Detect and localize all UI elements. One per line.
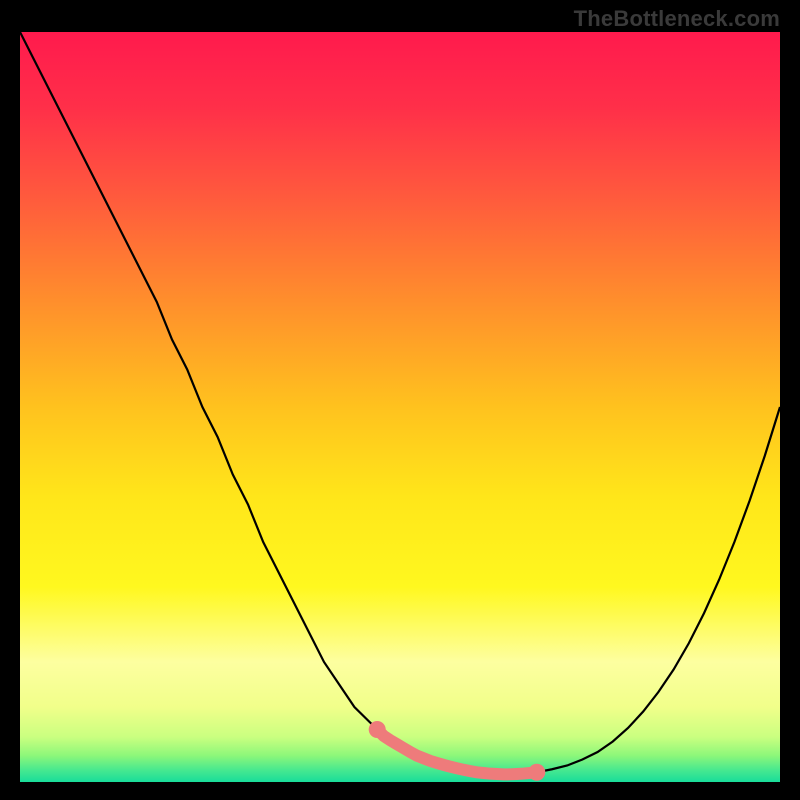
watermark-text: TheBottleneck.com xyxy=(574,6,780,32)
plot-area xyxy=(20,32,780,782)
chart-frame: TheBottleneck.com xyxy=(0,0,800,800)
highlight-segment xyxy=(377,730,537,775)
curve-right xyxy=(506,407,780,775)
curve-left xyxy=(20,32,506,775)
highlight-dot-right xyxy=(528,764,545,781)
highlight-dot-left xyxy=(369,721,386,738)
curve-layer xyxy=(20,32,780,782)
